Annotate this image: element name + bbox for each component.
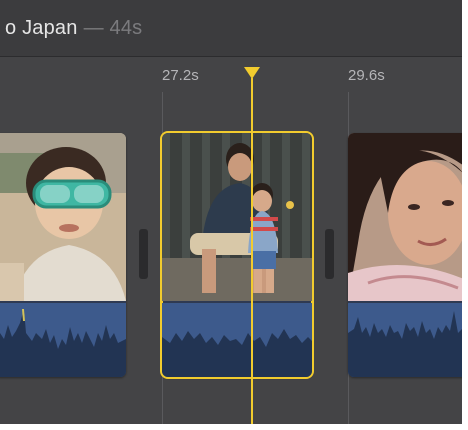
clip-transition-handle[interactable] [139, 229, 148, 279]
project-header: o Japan — 44s [0, 0, 462, 57]
ruler-label-27-2: 27.2s [162, 67, 199, 84]
timeline-panel: o Japan — 44s 27.2s 29.6s [0, 0, 462, 424]
time-ruler[interactable]: 27.2s 29.6s [0, 57, 462, 89]
clip-woman-closeup[interactable] [348, 133, 462, 377]
clip-thumbnail [162, 133, 312, 301]
clip-transition-handle[interactable] [325, 229, 334, 279]
audio-waveform [348, 303, 462, 377]
clip-thumbnail [0, 133, 126, 301]
playhead[interactable] [251, 78, 253, 424]
app-window: o Japan — 44s 27.2s 29.6s [0, 0, 468, 430]
clip-child-goggles[interactable] [0, 133, 126, 377]
project-name: o Japan [5, 17, 78, 39]
ruler-label-29-6: 29.6s [348, 67, 385, 84]
project-title: o Japan — 44s [5, 17, 142, 40]
clip-thumbnail [348, 133, 462, 301]
audio-waveform [0, 303, 126, 377]
playhead-marker-icon[interactable] [244, 67, 260, 79]
clip-father-son-bench[interactable] [160, 131, 314, 379]
audio-waveform [162, 303, 312, 377]
project-duration: — 44s [83, 17, 143, 39]
